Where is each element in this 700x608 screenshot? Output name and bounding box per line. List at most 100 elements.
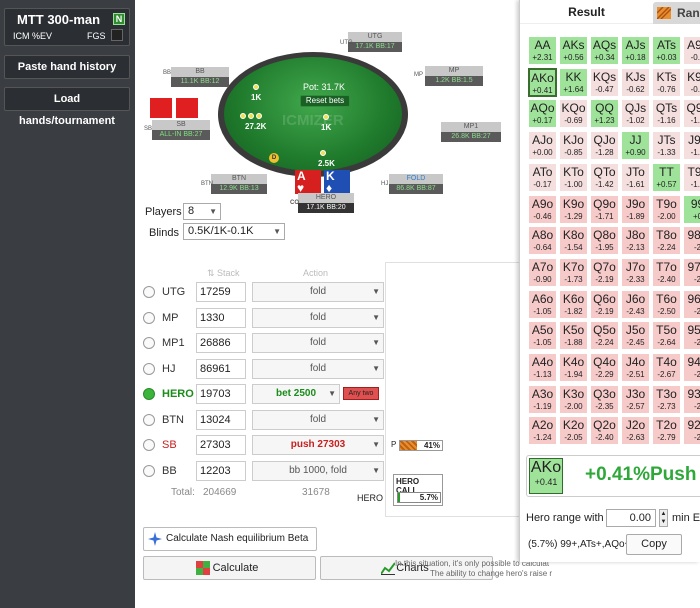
hand-cell[interactable]: TT +0.57: [652, 162, 681, 192]
stack-input[interactable]: 13024: [196, 410, 246, 430]
action-select[interactable]: push 27303 ▼: [252, 435, 384, 455]
hand-cell[interactable]: T3o -2.73: [652, 384, 681, 414]
n-badge-icon[interactable]: N: [113, 13, 125, 25]
hand-cell[interactable]: Q2o -2.40: [590, 416, 619, 446]
hand-cell[interactable]: KTo -1.00: [559, 162, 588, 192]
hand-cell[interactable]: 98o-2: [683, 226, 700, 256]
hand-cell[interactable]: AJs +0.18: [621, 36, 650, 65]
hand-cell[interactable]: 96o-2: [683, 289, 700, 319]
stack-input[interactable]: 19703: [196, 384, 246, 404]
hero-radio[interactable]: [143, 439, 155, 451]
hero-radio[interactable]: [143, 286, 155, 298]
hand-cell[interactable]: QTo -1.42: [590, 162, 619, 192]
hand-cell[interactable]: K4o -1.94: [559, 353, 588, 382]
hand-cell[interactable]: J7o -2.33: [621, 257, 650, 287]
hero-radio[interactable]: [143, 337, 155, 349]
seat-bb[interactable]: BB 11.1K BB:12: [171, 67, 229, 87]
hand-cell[interactable]: KTs -0.76: [652, 67, 681, 97]
hand-cell[interactable]: K6o -1.82: [559, 289, 588, 319]
hand-cell[interactable]: K9s-0.8: [683, 67, 700, 97]
hand-cell[interactable]: KJo -0.85: [559, 131, 588, 161]
hand-cell[interactable]: AKs +0.56: [559, 36, 588, 65]
seat-mp[interactable]: MP 1.2K BB:1.5: [425, 66, 483, 86]
seat-hj[interactable]: FOLD 86.8K BB:87: [389, 174, 443, 194]
seat-sb[interactable]: SB ALL-IN BB:27: [152, 120, 210, 140]
fgs-checkbox[interactable]: [111, 29, 123, 41]
hand-cell[interactable]: T5o -2.64: [652, 321, 681, 351]
stack-input[interactable]: 17259: [196, 282, 246, 302]
action-select[interactable]: fold ▼: [252, 410, 384, 430]
hand-cell[interactable]: J4o -2.51: [621, 353, 650, 382]
hand-cell[interactable]: K8o -1.54: [559, 226, 588, 256]
hand-cell[interactable]: AKo +0.41: [528, 67, 557, 97]
min-ev-stepper[interactable]: ▲ ▼: [659, 509, 668, 527]
hand-cell[interactable]: Q8o -1.95: [590, 226, 619, 256]
tournament-header[interactable]: MTT 300-man N ICM %EV FGS: [4, 8, 130, 46]
copy-button[interactable]: Copy: [626, 534, 682, 555]
any-two-button[interactable]: Any two: [343, 387, 379, 400]
stack-input[interactable]: 12203: [196, 461, 246, 481]
hero-radio[interactable]: [143, 363, 155, 375]
hand-cell[interactable]: QJo -1.28: [590, 131, 619, 161]
hand-cell[interactable]: A3o -1.19: [528, 384, 557, 414]
hero-radio[interactable]: [143, 414, 155, 426]
hand-cell[interactable]: KJs -0.62: [621, 67, 650, 97]
hand-cell[interactable]: J6o -2.43: [621, 289, 650, 319]
hand-cell[interactable]: Q9o -1.71: [590, 194, 619, 224]
hand-cell[interactable]: ATo -0.17: [528, 162, 557, 192]
hand-cell[interactable]: 95o-2: [683, 321, 700, 351]
hand-cell[interactable]: A8o -0.64: [528, 226, 557, 256]
tab-range[interactable]: Range: [653, 2, 700, 24]
hand-cell[interactable]: KQs -0.47: [590, 67, 619, 97]
hand-cell[interactable]: T6o -2.50: [652, 289, 681, 319]
hand-cell[interactable]: T7o -2.40: [652, 257, 681, 287]
hand-cell[interactable]: AJo +0.00: [528, 131, 557, 161]
hand-cell[interactable]: 94o-2: [683, 353, 700, 382]
paste-hand-history-button[interactable]: Paste hand history: [4, 55, 130, 79]
hand-cell[interactable]: T2o -2.79: [652, 416, 681, 446]
hand-cell[interactable]: J5o -2.45: [621, 321, 650, 351]
action-select[interactable]: fold ▼: [252, 282, 384, 302]
hand-cell[interactable]: Q6o -2.19: [590, 289, 619, 319]
hand-cell[interactable]: K3o -2.00: [559, 384, 588, 414]
hero-radio[interactable]: [143, 388, 155, 400]
hand-cell[interactable]: T9s-1.7: [683, 162, 700, 192]
calculate-button[interactable]: Calculate: [143, 556, 316, 580]
min-ev-input[interactable]: 0.00: [606, 509, 656, 527]
hand-cell[interactable]: J2o -2.63: [621, 416, 650, 446]
hand-cell[interactable]: ATs +0.03: [652, 36, 681, 65]
hand-cell[interactable]: A4o -1.13: [528, 353, 557, 382]
seat-utg[interactable]: UTG 17.1K BB:17: [348, 32, 402, 52]
action-select[interactable]: bet 2500 ▼: [252, 384, 340, 404]
hand-cell[interactable]: A5o -1.05: [528, 321, 557, 351]
reset-bets-button[interactable]: Reset bets: [300, 95, 350, 107]
hand-cell[interactable]: J9o -1.89: [621, 194, 650, 224]
hand-cell[interactable]: 99+0: [683, 194, 700, 224]
hand-cell[interactable]: A7o -0.90: [528, 257, 557, 287]
seat-mp1[interactable]: MP1 26.8K BB:27: [441, 122, 501, 142]
hand-cell[interactable]: J9s-1.5: [683, 131, 700, 161]
hand-cell[interactable]: T4o -2.67: [652, 353, 681, 382]
players-select[interactable]: 8 ▼: [183, 203, 221, 220]
hand-cell[interactable]: 97o-2: [683, 257, 700, 287]
hand-cell[interactable]: QJs -1.02: [621, 99, 650, 129]
hand-cell[interactable]: T9o -2.00: [652, 194, 681, 224]
action-select[interactable]: fold ▼: [252, 308, 384, 328]
hand-cell[interactable]: 93o-2: [683, 384, 700, 414]
hand-cell[interactable]: A9o -0.46: [528, 194, 557, 224]
hand-cell[interactable]: QQ +1.23: [590, 99, 619, 129]
tab-result[interactable]: Result: [520, 0, 653, 24]
blinds-select[interactable]: 0.5K/1K-0.1K ▼: [183, 223, 285, 240]
hand-cell[interactable]: Q9s-1.3: [683, 99, 700, 129]
hand-cell[interactable]: Q3o -2.35: [590, 384, 619, 414]
hand-cell[interactable]: JTs -1.33: [652, 131, 681, 161]
stack-input[interactable]: 86961: [196, 359, 246, 379]
hand-cell[interactable]: A2o -1.24: [528, 416, 557, 446]
calculate-nash-button[interactable]: Calculate Nash equilibrium Beta: [143, 527, 317, 551]
hand-cell[interactable]: J3o -2.57: [621, 384, 650, 414]
stack-input[interactable]: 1330: [196, 308, 246, 328]
hand-cell[interactable]: QTs -1.16: [652, 99, 681, 129]
hand-cell[interactable]: JJ +0.90: [621, 131, 650, 161]
hand-cell[interactable]: KQo -0.69: [559, 99, 588, 129]
action-select[interactable]: fold ▼: [252, 359, 384, 379]
